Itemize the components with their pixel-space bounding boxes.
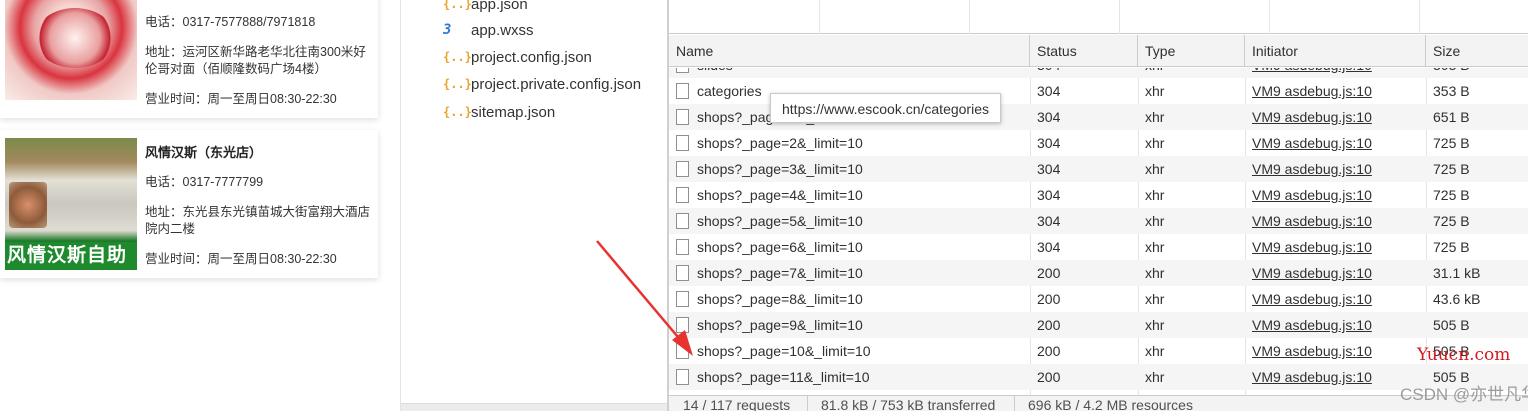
watermark-author: CSDN @亦世凡华、 (1400, 385, 1528, 404)
watermark-site: Yuucn.com (1417, 345, 1511, 365)
arrow-shaft (596, 240, 684, 344)
annotation-arrow (596, 240, 693, 356)
